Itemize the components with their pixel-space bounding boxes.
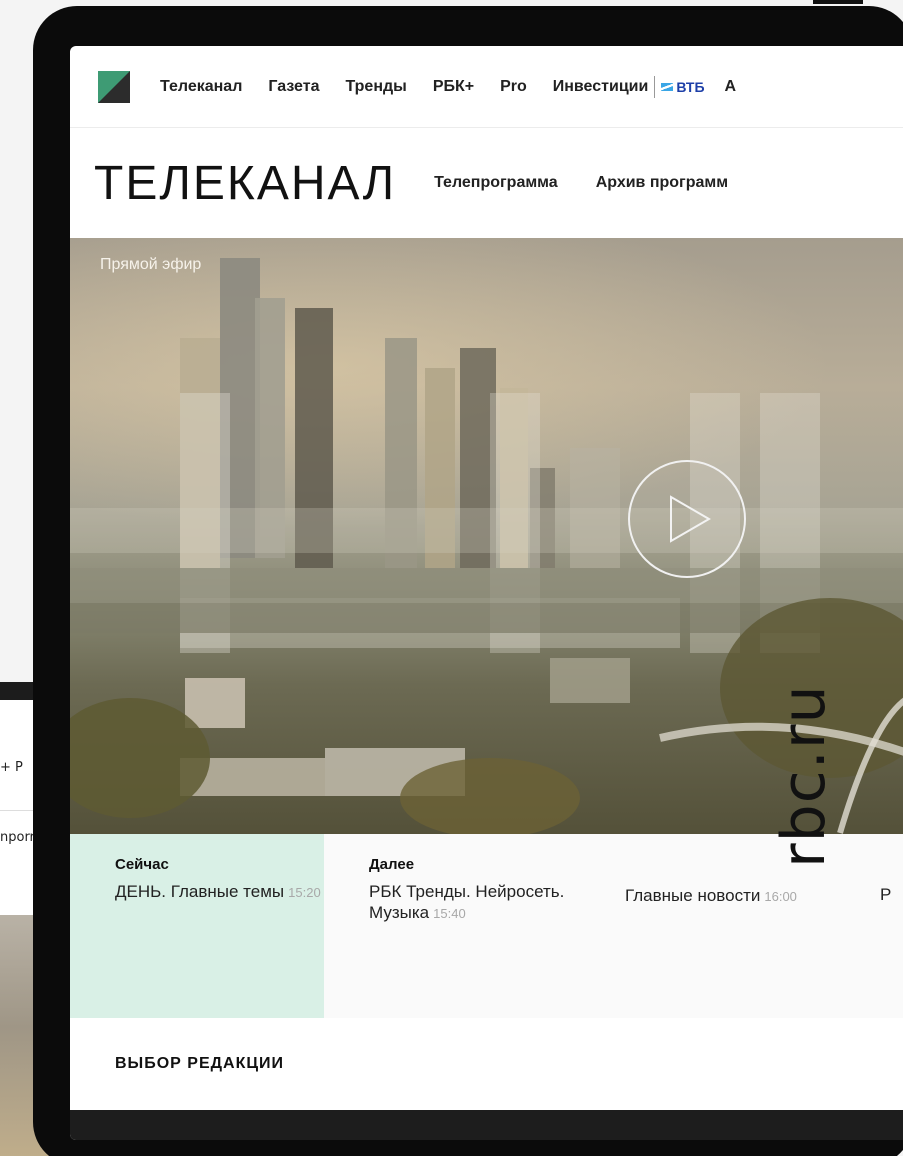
program-title: Главные новости bbox=[625, 886, 761, 905]
program-time: 15:40 bbox=[433, 906, 466, 921]
nav-item-rbc-plus[interactable]: РБК+ bbox=[433, 78, 474, 96]
schedule-next-title: РБК Тренды. Нейросеть. Музыка 15:40 bbox=[369, 881, 569, 924]
schedule-next-label: Далее bbox=[369, 856, 415, 873]
schedule-now-title: ДЕНЬ. Главные темы 15:20 bbox=[115, 881, 324, 903]
editors-choice-title: ВЫБОР РЕДАКЦИИ bbox=[115, 1055, 285, 1072]
section-header: ТЕЛЕКАНАЛ Телепрограмма Архив программ bbox=[70, 128, 903, 238]
program-title: РБК Тренды. Нейросеть. Музыка bbox=[369, 882, 565, 922]
nav-separator bbox=[654, 75, 656, 98]
page-title: ТЕЛЕКАНАЛ bbox=[94, 156, 397, 210]
top-nav: Телеканал Газета Тренды РБК+ Pro Инвести… bbox=[70, 46, 903, 128]
vtb-logo-icon bbox=[661, 82, 674, 91]
play-button[interactable] bbox=[628, 460, 746, 578]
device-edge bbox=[813, 0, 863, 4]
program-time: 16:00 bbox=[764, 889, 797, 904]
nav-item-investicii[interactable]: Инвестиции bbox=[553, 78, 649, 96]
background-nav-fragment: + Р bbox=[0, 760, 23, 775]
watermark-rbc: rbc.ru bbox=[769, 684, 839, 868]
nav-item-gazeta[interactable]: Газета bbox=[268, 78, 319, 96]
rbc-logo-icon[interactable] bbox=[98, 70, 130, 103]
schedule-now-label: Сейчас bbox=[115, 856, 169, 873]
link-teleprogramma[interactable]: Телепрограмма bbox=[434, 174, 558, 192]
schedule-next-item[interactable]: Далее РБК Тренды. Нейросеть. Музыка 15:40 bbox=[369, 856, 569, 924]
nav-item-overflow[interactable]: А bbox=[725, 78, 737, 96]
tablet-screen: Телеканал Газета Тренды РБК+ Pro Инвести… bbox=[70, 46, 903, 1140]
schedule-next-item[interactable]: Главные новости 16:00 bbox=[625, 885, 825, 907]
nav-item-pro[interactable]: Pro bbox=[500, 78, 527, 96]
editors-choice-section: ВЫБОР РЕДАКЦИИ bbox=[70, 1018, 903, 1110]
program-time: 15:20 bbox=[288, 885, 321, 900]
background-header-fragment: nporr bbox=[0, 830, 35, 845]
partner-vtb-link[interactable]: ВТБ bbox=[661, 78, 705, 95]
program-title: ДЕНЬ. Главные темы bbox=[115, 882, 285, 901]
play-icon bbox=[670, 495, 711, 543]
nav-item-trendy[interactable]: Тренды bbox=[345, 78, 406, 96]
dark-footer-strip bbox=[70, 1110, 903, 1140]
partner-vtb-label: ВТБ bbox=[676, 78, 705, 95]
schedule-now[interactable]: Сейчас ДЕНЬ. Главные темы 15:20 bbox=[70, 834, 324, 1018]
live-label: Прямой эфир bbox=[100, 256, 202, 273]
nav-item-telekanal[interactable]: Телеканал bbox=[160, 78, 242, 96]
link-arkhiv-programm[interactable]: Архив программ bbox=[596, 174, 728, 192]
schedule-overflow-item[interactable]: Р bbox=[880, 885, 891, 905]
tablet-frame: Телеканал Газета Тренды РБК+ Pro Инвести… bbox=[33, 6, 903, 1156]
